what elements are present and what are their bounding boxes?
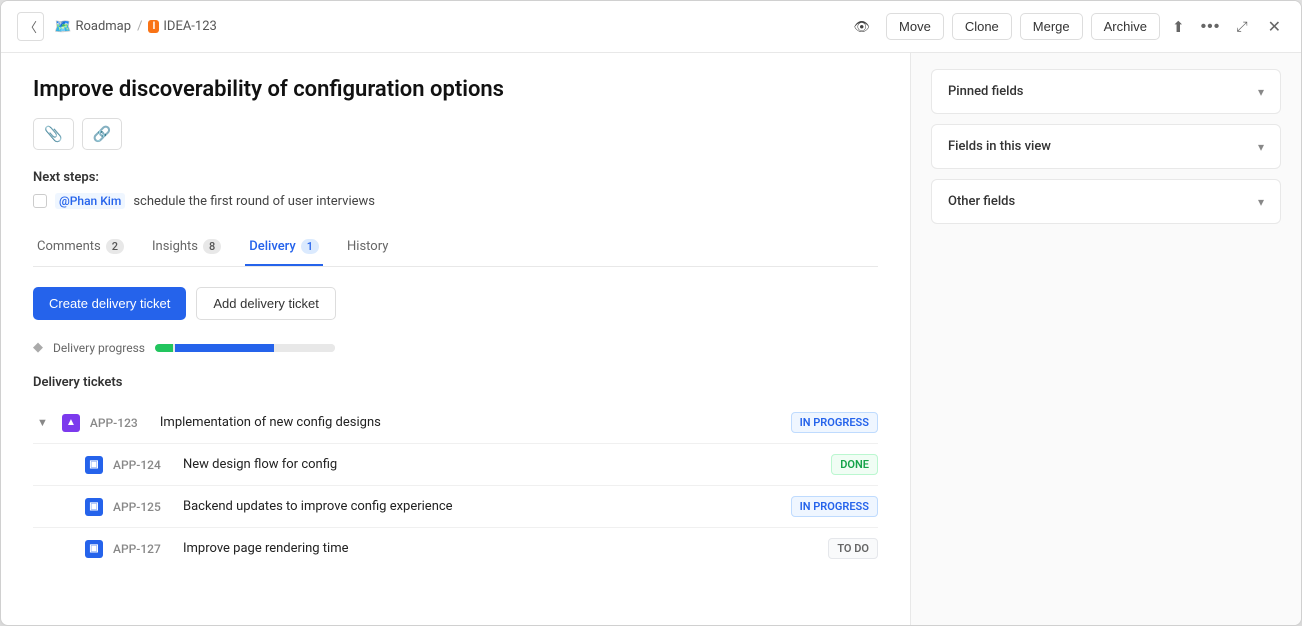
- delivery-tickets-section: Delivery tickets ▼ ▲ APP-123 Implementat…: [33, 375, 878, 569]
- idea-type-badge: I: [148, 20, 159, 33]
- mention-tag[interactable]: @Phan Kim: [55, 193, 125, 209]
- delivery-actions-row: Create delivery ticket Add delivery tick…: [33, 287, 878, 320]
- next-steps-section: Next steps: @Phan Kim schedule the first…: [33, 170, 878, 209]
- status-badge: DONE: [831, 454, 878, 475]
- delivery-tickets-title: Delivery tickets: [33, 375, 878, 390]
- move-button[interactable]: Move: [886, 13, 944, 40]
- ticket-id: APP-123: [90, 416, 150, 430]
- link-button[interactable]: 🔗: [82, 118, 123, 150]
- close-button[interactable]: ✕: [1264, 13, 1285, 41]
- ticket-title[interactable]: New design flow for config: [183, 457, 821, 472]
- ticket-type-icon: ▣: [85, 498, 103, 516]
- share-button[interactable]: ⬆: [1168, 14, 1189, 40]
- clone-button[interactable]: Clone: [952, 13, 1012, 40]
- task-text: schedule the first round of user intervi…: [133, 194, 375, 209]
- breadcrumb-id-label: IDEA-123: [163, 19, 216, 34]
- delivery-progress-label: Delivery progress: [53, 341, 145, 355]
- ticket-id: APP-125: [113, 500, 173, 514]
- progress-inprogress: [175, 344, 274, 352]
- ticket-type-icon: ▲: [62, 414, 80, 432]
- ticket-title[interactable]: Backend updates to improve config experi…: [183, 499, 781, 514]
- breadcrumb-roadmap-label: Roadmap: [75, 19, 131, 34]
- right-panel: Pinned fields ▾ Fields in this view ▾ Ot…: [911, 53, 1301, 625]
- fields-in-view-section: Fields in this view ▾: [931, 124, 1281, 169]
- tab-delivery[interactable]: Delivery 1: [245, 229, 323, 266]
- pinned-fields-section: Pinned fields ▾: [931, 69, 1281, 114]
- add-delivery-ticket-button[interactable]: Add delivery ticket: [196, 287, 336, 320]
- breadcrumb-id[interactable]: I IDEA-123: [148, 19, 216, 34]
- ticket-id: APP-127: [113, 542, 173, 556]
- ticket-type-icon: ▣: [85, 456, 103, 474]
- archive-button[interactable]: Archive: [1091, 13, 1160, 40]
- other-fields-label: Other fields: [948, 194, 1015, 209]
- create-delivery-ticket-button[interactable]: Create delivery ticket: [33, 287, 186, 320]
- table-row: ▣ APP-125 Backend updates to improve con…: [33, 486, 878, 528]
- other-fields-section: Other fields ▾: [931, 179, 1281, 224]
- breadcrumb-roadmap[interactable]: 🗺️ Roadmap: [54, 19, 131, 35]
- progress-done: [155, 344, 173, 352]
- diamond-icon: ◆: [33, 340, 43, 355]
- insights-badge: 8: [203, 239, 221, 254]
- fields-in-view-header[interactable]: Fields in this view ▾: [932, 125, 1280, 168]
- page-title: Improve discoverability of configuration…: [33, 77, 878, 102]
- left-panel: Improve discoverability of configuration…: [1, 53, 911, 625]
- expand-ticket-button[interactable]: ▼: [33, 417, 52, 429]
- breadcrumb: 🗺️ Roadmap / I IDEA-123: [54, 19, 845, 35]
- more-options-button[interactable]: •••: [1197, 14, 1225, 40]
- tab-insights[interactable]: Insights 8: [148, 229, 225, 266]
- status-badge: IN PROGRESS: [791, 496, 878, 517]
- other-fields-header[interactable]: Other fields ▾: [932, 180, 1280, 223]
- chevron-down-icon: ▾: [1258, 195, 1264, 209]
- status-badge: IN PROGRESS: [791, 412, 878, 433]
- tab-history[interactable]: History: [343, 229, 392, 266]
- pinned-fields-label: Pinned fields: [948, 84, 1024, 99]
- watch-button[interactable]: 👁: [846, 15, 879, 39]
- tabs-bar: Comments 2 Insights 8 Delivery 1 History: [33, 229, 878, 267]
- attach-button[interactable]: 📎: [33, 118, 74, 150]
- chevron-down-icon: ▾: [1258, 85, 1264, 99]
- ticket-title[interactable]: Improve page rendering time: [183, 541, 818, 556]
- task-checkbox[interactable]: [33, 194, 47, 208]
- fields-in-view-label: Fields in this view: [948, 139, 1051, 154]
- title-bar: 〈 🗺️ Roadmap / I IDEA-123 👁 Move Clone M…: [1, 1, 1301, 53]
- status-badge: TO DO: [828, 538, 878, 559]
- toolbar: 📎 🔗: [33, 118, 878, 150]
- table-row: ▣ APP-127 Improve page rendering time TO…: [33, 528, 878, 569]
- table-row: ▼ ▲ APP-123 Implementation of new config…: [33, 402, 878, 444]
- app-window: 〈 🗺️ Roadmap / I IDEA-123 👁 Move Clone M…: [0, 0, 1302, 626]
- progress-bar: [155, 344, 335, 352]
- delivery-progress-section: ◆ Delivery progress: [33, 340, 878, 355]
- comments-badge: 2: [106, 239, 124, 254]
- next-steps-label: Next steps:: [33, 170, 878, 185]
- sidebar-toggle-button[interactable]: 〈: [17, 12, 44, 41]
- map-icon: 🗺️: [54, 19, 71, 35]
- pinned-fields-header[interactable]: Pinned fields ▾: [932, 70, 1280, 113]
- expand-button[interactable]: ⤢: [1232, 14, 1251, 39]
- merge-button[interactable]: Merge: [1020, 13, 1083, 40]
- ticket-id: APP-124: [113, 458, 173, 472]
- tab-comments[interactable]: Comments 2: [33, 229, 128, 266]
- main-content: Improve discoverability of configuration…: [1, 53, 1301, 625]
- progress-remaining: [276, 344, 335, 352]
- task-item: @Phan Kim schedule the first round of us…: [33, 193, 878, 209]
- title-actions: 👁 Move Clone Merge Archive ⬆ ••• ⤢ ✕: [846, 13, 1286, 41]
- eye-icon: 👁: [854, 19, 871, 35]
- chevron-down-icon: ▾: [1258, 140, 1264, 154]
- ticket-type-icon: ▣: [85, 540, 103, 558]
- ticket-title[interactable]: Implementation of new config designs: [160, 415, 781, 430]
- table-row: ▣ APP-124 New design flow for config DON…: [33, 444, 878, 486]
- breadcrumb-separator: /: [137, 19, 142, 34]
- delivery-badge: 1: [301, 239, 319, 254]
